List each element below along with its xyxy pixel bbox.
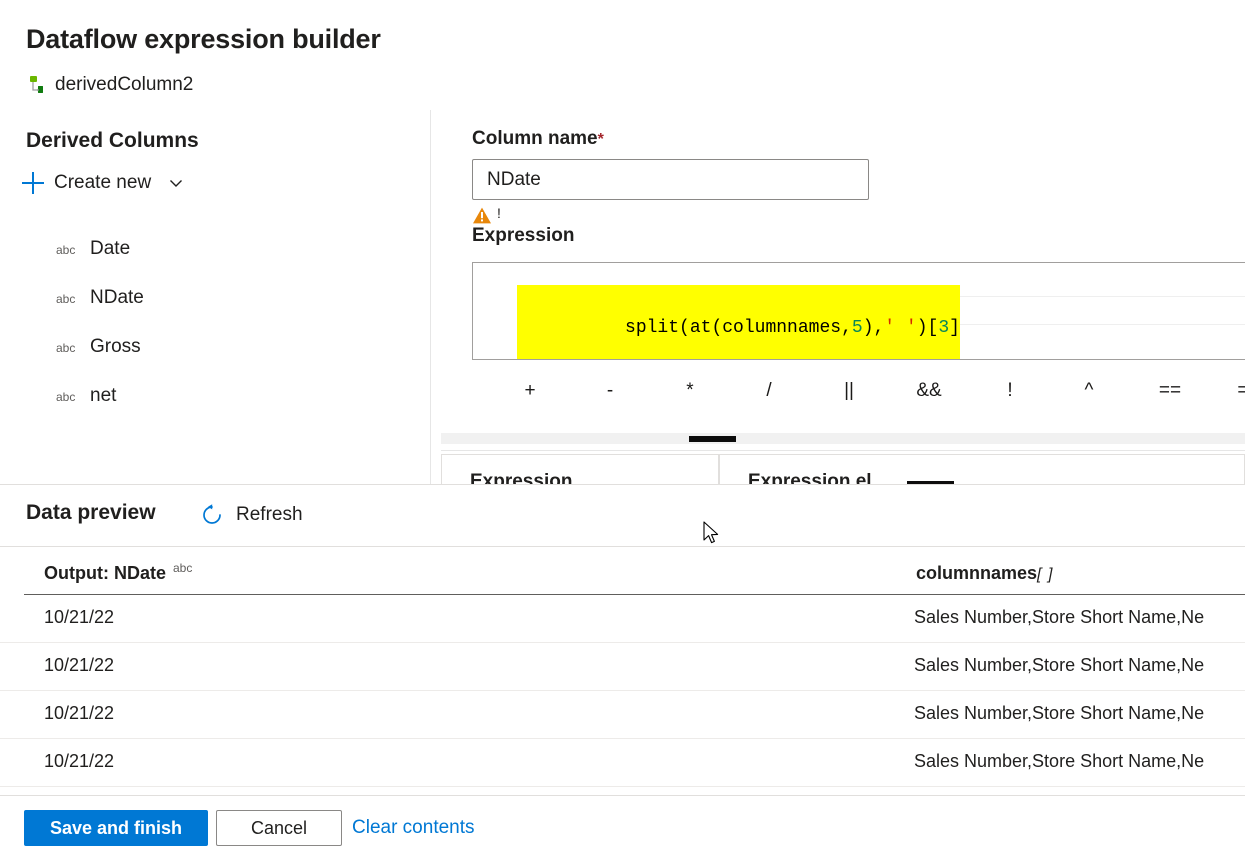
data-preview-table: Output: NDate abc columnnames[ ] 10/21/22… — [0, 547, 1245, 791]
type-badge-abc: abc — [56, 292, 76, 306]
operator-button-plus[interactable]: + — [510, 372, 550, 410]
cell-output: 10/21/22 — [44, 751, 115, 771]
list-item-label: net — [90, 385, 117, 406]
operator-button-not[interactable]: ! — [990, 372, 1030, 410]
type-badge-abc: abc — [56, 341, 76, 355]
expr-token: ), — [862, 318, 885, 338]
type-badge-abc: abc — [56, 243, 76, 257]
operator-button-and[interactable]: && — [909, 372, 949, 410]
expr-token: 5 — [851, 318, 863, 338]
operator-button-divide[interactable]: / — [749, 372, 789, 410]
operator-button-caret[interactable]: ^ — [1069, 372, 1109, 410]
builder-upper-area: Derived Columns Create new abc Date abc … — [0, 110, 1245, 485]
column-name-input[interactable] — [472, 159, 869, 200]
type-badge-abc: abc — [56, 390, 76, 404]
expr-token: ' ' — [884, 318, 917, 338]
expression-elements-panel[interactable]: Expression — [441, 454, 719, 485]
expr-token: ] — [949, 318, 960, 338]
cell-output: 10/21/22 — [44, 703, 115, 723]
plus-icon — [22, 172, 44, 194]
warning-text: ! — [497, 205, 501, 221]
data-preview-header: Data preview Refresh — [0, 485, 1245, 547]
expression-label: Expression — [472, 225, 575, 246]
expr-token: 3 — [938, 318, 950, 338]
required-marker: * — [597, 131, 604, 148]
expression-code: split(at(columnnames,5),' ')[3] — [517, 285, 960, 359]
cancel-button[interactable]: Cancel — [216, 810, 342, 846]
clear-contents-button[interactable]: Clear contents — [352, 810, 475, 846]
warning-triangle-icon — [472, 206, 492, 225]
operator-toolbar: + - * / || && ! ^ == === — [472, 372, 1245, 418]
expression-elements-title: Expression — [470, 471, 573, 485]
table-header-row: Output: NDate abc columnnames[ ] — [0, 547, 1245, 595]
expression-input[interactable]: split(at(columnnames,5),' ')[3] — [472, 262, 1245, 360]
data-preview-title: Data preview — [26, 501, 156, 524]
list-item[interactable]: abc Date — [0, 238, 430, 287]
validation-warning: ! — [472, 206, 501, 225]
derived-columns-title: Derived Columns — [26, 129, 199, 152]
refresh-button[interactable]: Refresh — [200, 503, 303, 527]
table-row[interactable]: 10/21/22 Sales Number,Store Short Name,N… — [0, 595, 1245, 643]
table-row[interactable]: 10/21/22 Sales Number,Store Short Name,N… — [0, 643, 1245, 691]
operator-button-minus[interactable]: - — [590, 372, 630, 410]
refresh-icon — [200, 503, 224, 527]
derived-column-icon — [26, 75, 46, 95]
expression-values-title: Expression el — [748, 471, 872, 485]
list-item[interactable]: abc Gross — [0, 336, 430, 385]
expr-token: )[ — [916, 318, 939, 338]
operator-bar-scrollbar-thumb[interactable] — [689, 436, 736, 442]
section-divider — [441, 450, 1245, 451]
create-new-button[interactable]: Create new — [22, 172, 185, 194]
dialog-footer: Save and finish Cancel Clear contents — [0, 795, 1245, 859]
cell-columnnames: Sales Number,Store Short Name,Ne — [914, 655, 1205, 675]
operator-bar-scrollbar-track[interactable] — [441, 433, 1245, 444]
column-name-label: Column name* — [472, 128, 604, 149]
array-type-badge: [ ] — [1037, 566, 1054, 583]
derived-columns-panel: Derived Columns Create new abc Date abc … — [0, 110, 430, 485]
create-new-label: Create new — [54, 172, 152, 193]
table-body: 10/21/22 Sales Number,Store Short Name,N… — [0, 595, 1245, 791]
column-header-output-ndate[interactable]: Output: NDate abc — [44, 561, 192, 584]
transform-name: derivedColumn2 — [55, 74, 194, 95]
expression-editor-panel: Column name* ! Expression split — [431, 110, 1245, 485]
dataflow-expression-builder-window: Dataflow expression builder derivedColum… — [0, 0, 1245, 859]
operator-button-equals[interactable]: == — [1147, 372, 1193, 410]
column-header-columnnames[interactable]: columnnames[ ] — [916, 563, 1053, 584]
transform-breadcrumb: derivedColumn2 — [26, 74, 193, 96]
expr-token: split(at(columnnames, — [625, 318, 852, 338]
chevron-down-icon[interactable] — [161, 174, 185, 192]
refresh-label: Refresh — [236, 504, 303, 525]
table-row[interactable]: 10/21/22 Sales Number,Store Short Name,N… — [0, 691, 1245, 739]
table-row[interactable]: 10/21/22 Sales Number,Store Short Name,N… — [0, 739, 1245, 787]
list-item[interactable]: abc net — [0, 385, 430, 434]
expression-helper-panels: Expression Expression el — [441, 454, 1245, 485]
derived-columns-list: abc Date abc NDate abc Gross abc net — [0, 238, 430, 434]
cell-columnnames: Sales Number,Store Short Name,Ne — [914, 607, 1205, 627]
list-item-label: Gross — [90, 336, 141, 357]
expression-values-panel[interactable]: Expression el — [719, 454, 1245, 485]
cell-output: 10/21/22 — [44, 655, 115, 675]
cell-columnnames: Sales Number,Store Short Name,Ne — [914, 751, 1205, 771]
list-item-label: NDate — [90, 287, 144, 308]
cell-columnnames: Sales Number,Store Short Name,Ne — [914, 703, 1205, 723]
type-badge-abc: abc — [172, 561, 193, 575]
list-item[interactable]: abc NDate — [0, 287, 430, 336]
save-and-finish-button[interactable]: Save and finish — [24, 810, 208, 846]
list-item-label: Date — [90, 238, 131, 259]
operator-button-strict-eq[interactable]: === — [1227, 372, 1245, 410]
operator-button-or[interactable]: || — [829, 372, 869, 410]
operator-button-multiply[interactable]: * — [670, 372, 710, 410]
cell-output: 10/21/22 — [44, 607, 115, 627]
page-title: Dataflow expression builder — [26, 24, 381, 54]
